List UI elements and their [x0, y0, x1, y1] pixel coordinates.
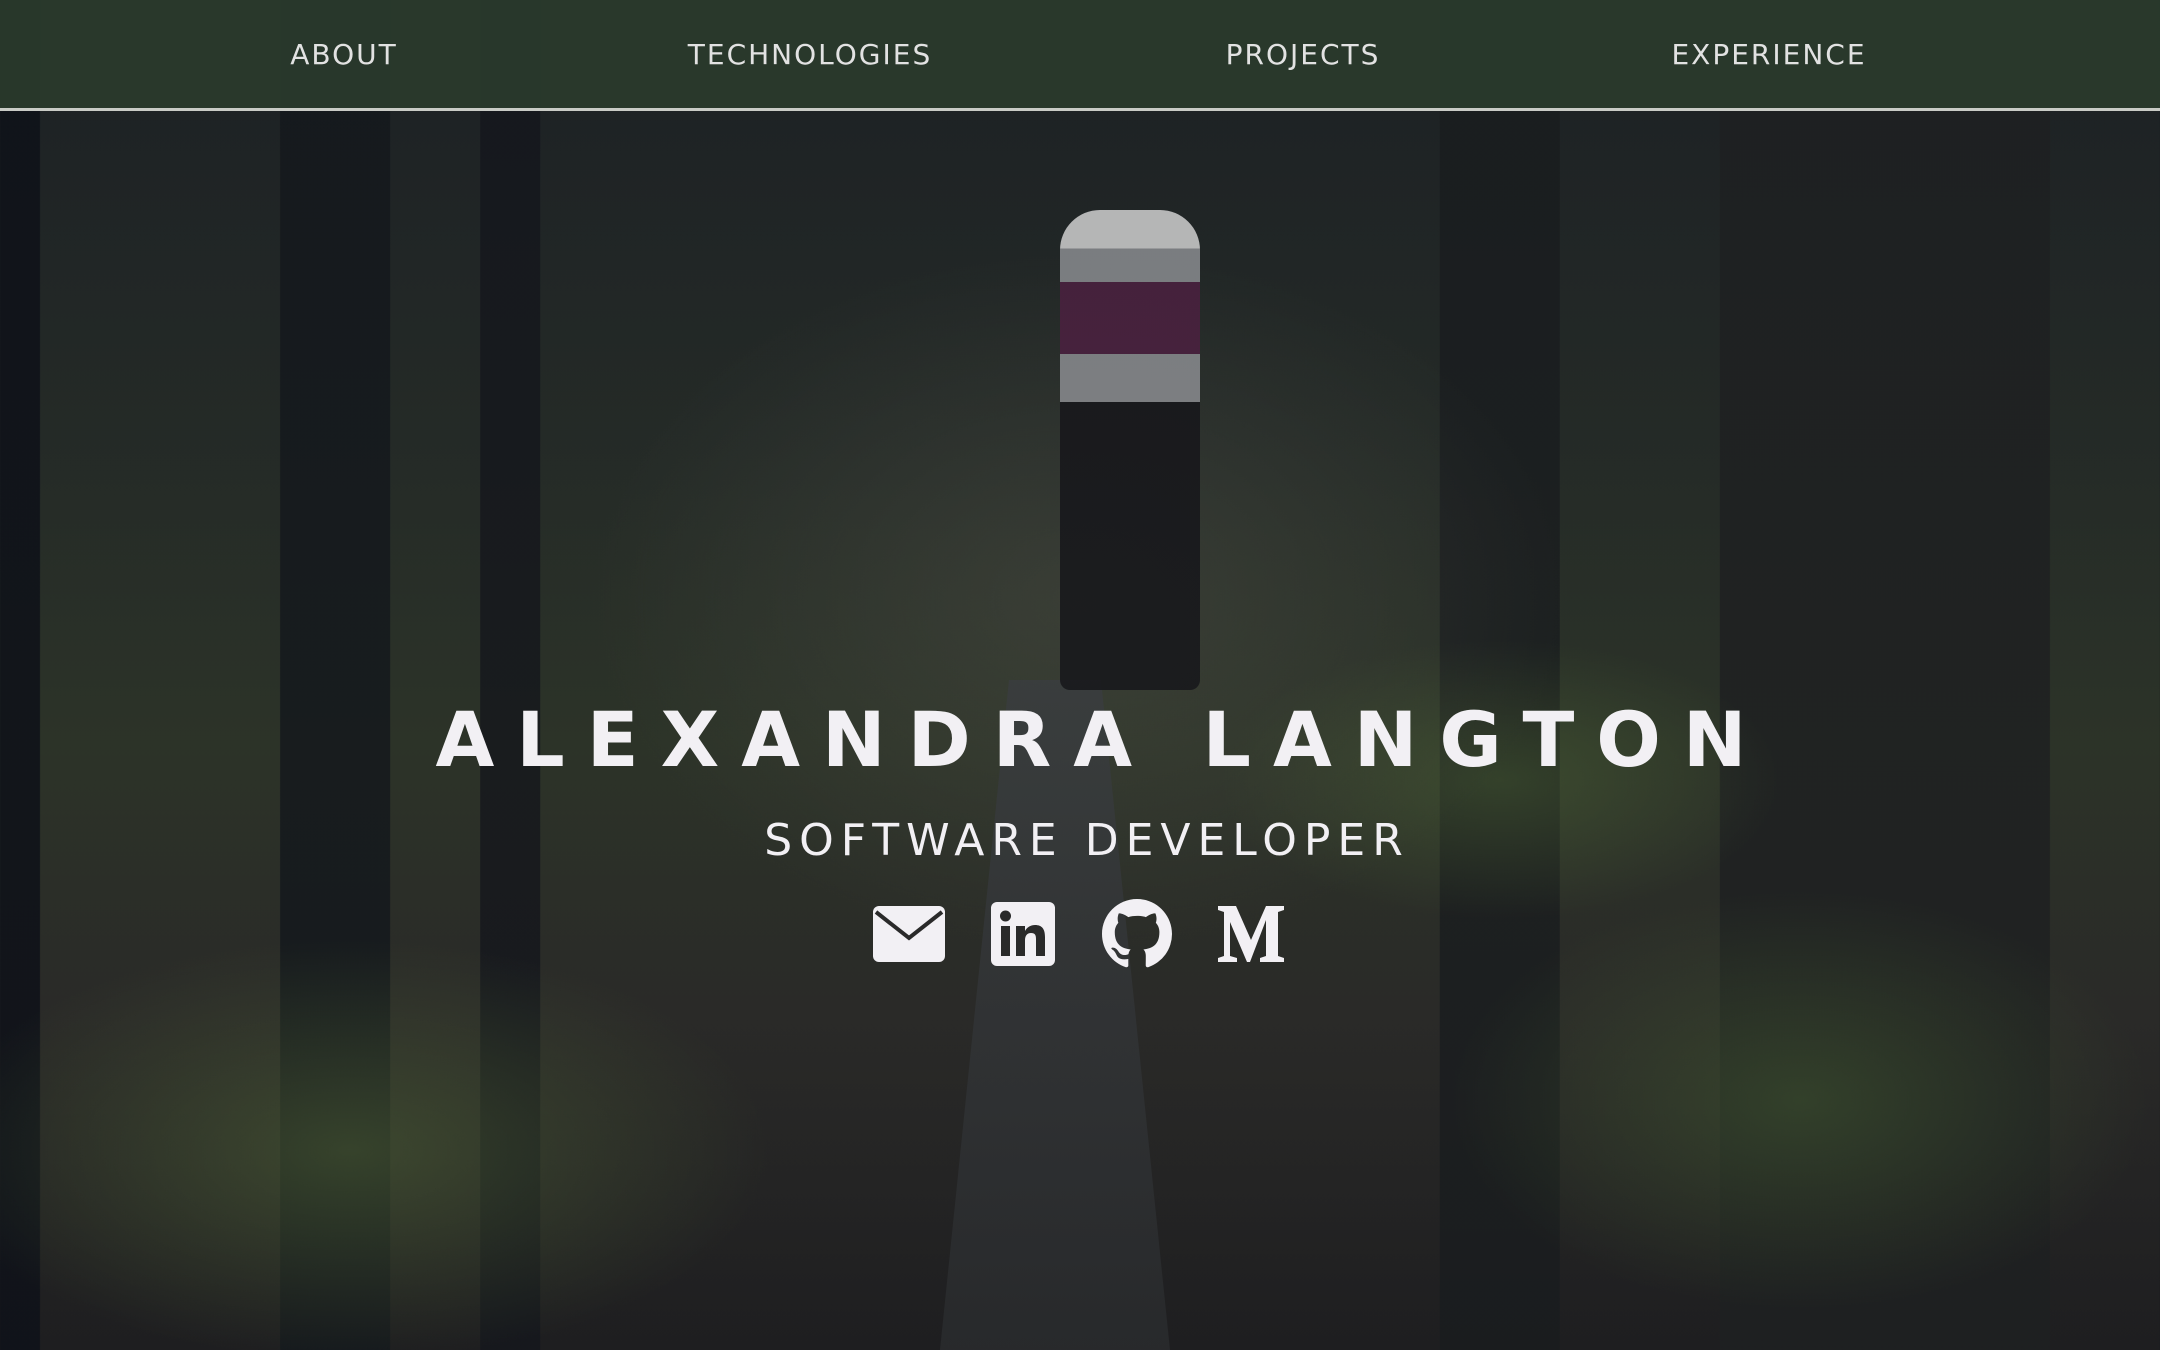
hero-title: SOFTWARE DEVELOPER [764, 815, 1410, 866]
top-nav: ABOUT TECHNOLOGIES PROJECTS EXPERIENCE [0, 0, 2160, 111]
nav-experience[interactable]: EXPERIENCE [1671, 38, 1866, 71]
nav-projects[interactable]: PROJECTS [1226, 38, 1381, 71]
envelope-icon[interactable] [873, 898, 945, 970]
medium-icon[interactable] [1215, 898, 1287, 970]
social-links [0, 898, 2160, 970]
nav-technologies[interactable]: TECHNOLOGIES [688, 38, 932, 71]
nav-about[interactable]: ABOUT [290, 38, 398, 71]
background-hiker [1060, 210, 1200, 690]
hero-name: ALEXANDRA LANGTON [435, 695, 1769, 784]
linkedin-icon[interactable] [987, 898, 1059, 970]
github-icon[interactable] [1101, 898, 1173, 970]
